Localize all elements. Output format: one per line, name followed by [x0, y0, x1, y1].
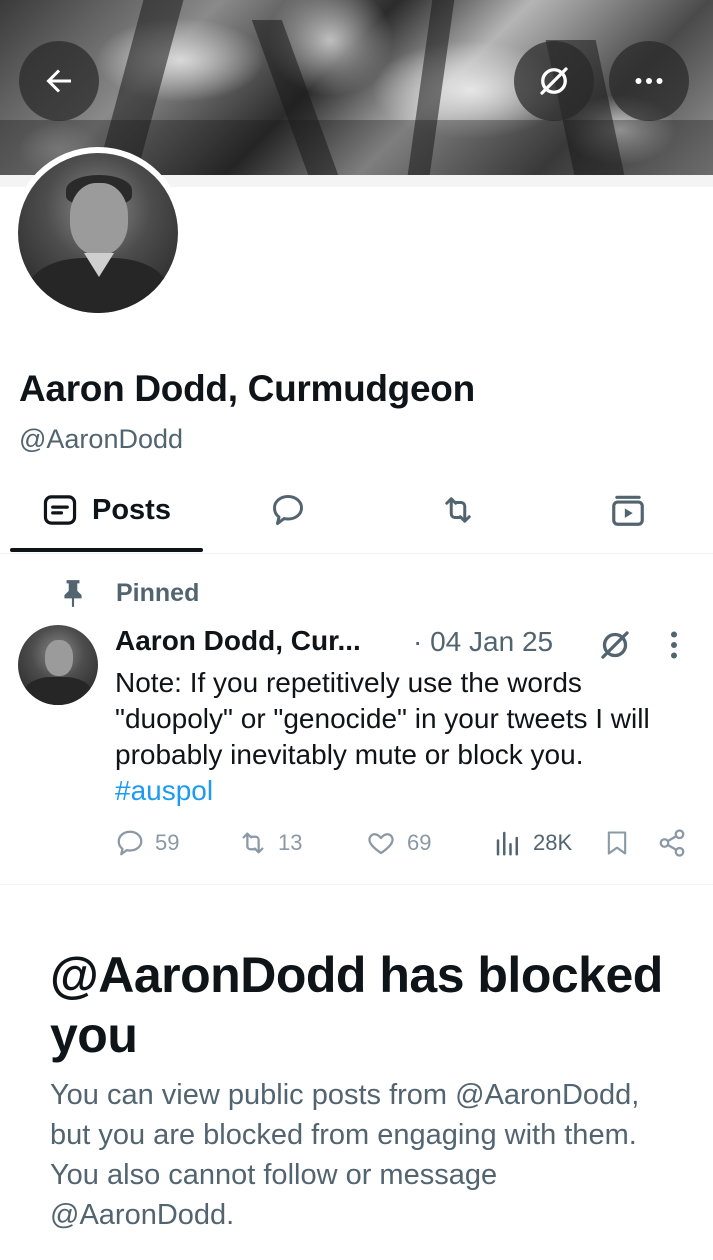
- tab-posts-label: Posts: [92, 493, 171, 526]
- profile-handle: @AaronDodd: [19, 424, 184, 454]
- reposts-icon: [445, 497, 471, 523]
- profile-tabs: Posts: [0, 470, 713, 554]
- tab-media[interactable]: [590, 470, 666, 550]
- like-button[interactable]: 69: [365, 828, 431, 858]
- pin-icon: [64, 580, 82, 607]
- share-button[interactable]: [657, 828, 687, 858]
- back-button[interactable]: [19, 41, 99, 121]
- views-button[interactable]: 28K: [493, 828, 572, 858]
- share-icon: [659, 829, 685, 857]
- heart-icon: [368, 833, 394, 855]
- blocked-title: @AaronDodd has blocked you: [50, 947, 663, 1063]
- reply-count: 59: [155, 830, 180, 855]
- post-actions: 59 13 69 28K: [115, 828, 695, 868]
- post-body: Note: If you repetitively use the words …: [115, 667, 650, 770]
- posts-icon: [43, 495, 77, 525]
- pinned-label: Pinned: [116, 578, 200, 607]
- reply-button[interactable]: 59: [115, 828, 179, 858]
- view-count: 28K: [533, 830, 573, 855]
- like-count: 69: [407, 830, 432, 855]
- post-author-avatar[interactable]: [18, 625, 98, 705]
- profile-name: Aaron Dodd, Curmudgeon: [19, 368, 475, 409]
- arrow-left-icon: [46, 69, 71, 93]
- section-divider: [0, 884, 713, 885]
- avatar-image: [18, 153, 178, 313]
- more-horizontal-icon: [635, 78, 663, 84]
- bookmark-button[interactable]: [603, 828, 631, 858]
- reply-icon: [117, 830, 143, 856]
- media-icon: [612, 495, 644, 526]
- grok-icon: [540, 67, 568, 95]
- views-icon: [496, 831, 518, 856]
- repost-icon: [242, 832, 264, 854]
- repost-count: 13: [278, 830, 303, 855]
- profile-avatar[interactable]: [12, 147, 184, 319]
- blocked-description: You can view public posts from @AaronDod…: [50, 1079, 640, 1231]
- repost-button[interactable]: 13: [238, 828, 302, 858]
- more-vertical-icon[interactable]: [665, 627, 683, 663]
- post-text: Note: If you repetitively use the words …: [115, 665, 675, 809]
- grok-button[interactable]: [514, 41, 594, 121]
- post-author-name[interactable]: Aaron Dodd, Cur...: [115, 625, 361, 657]
- bookmark-icon: [607, 831, 627, 855]
- post-date[interactable]: · 04 Jan 25: [413, 626, 553, 658]
- tab-reposts[interactable]: [420, 470, 496, 550]
- replies-icon: [273, 495, 303, 525]
- tab-active-indicator: [10, 548, 203, 552]
- post-header: Aaron Dodd, Cur... · 04 Jan 25: [115, 625, 695, 665]
- pinned-indicator: Pinned: [60, 578, 199, 608]
- tab-posts[interactable]: Posts: [10, 470, 203, 550]
- tab-replies[interactable]: [250, 470, 326, 550]
- more-options-button[interactable]: [609, 41, 689, 121]
- hashtag-link[interactable]: #auspol: [115, 775, 213, 806]
- grok-icon[interactable]: [597, 627, 633, 663]
